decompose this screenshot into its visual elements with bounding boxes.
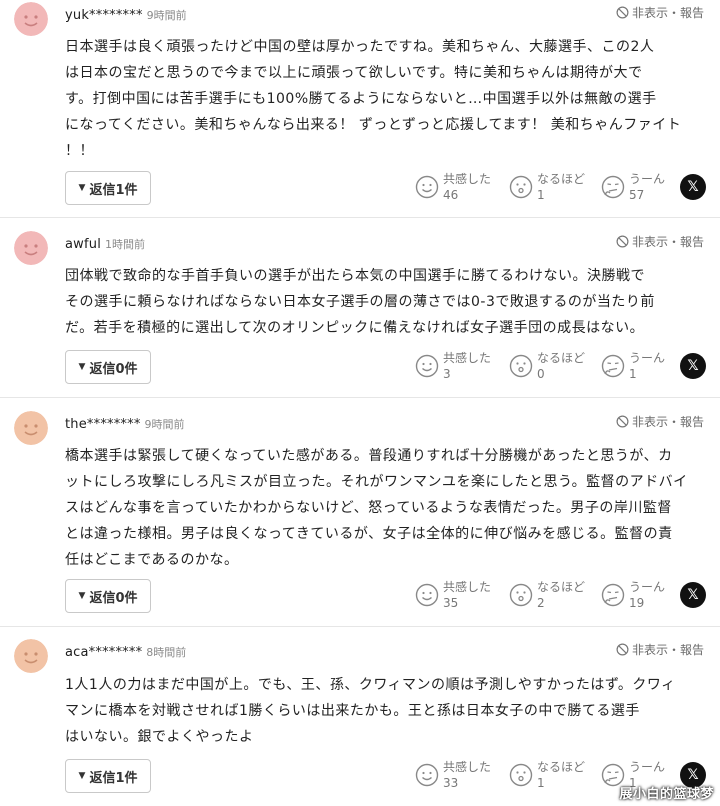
divider <box>0 217 720 218</box>
x-logo-icon: 𝕏 <box>687 358 699 374</box>
smile-face-icon <box>415 175 439 199</box>
timestamp: 9時間前 <box>146 9 187 22</box>
timestamp: 1時間前 <box>105 238 146 251</box>
triangle-down-icon: ▼ <box>78 591 86 601</box>
x-logo-icon: 𝕏 <box>687 179 699 195</box>
block-icon <box>616 643 629 656</box>
share-x-button[interactable]: 𝕏 <box>680 353 706 379</box>
surprised-face-icon <box>509 175 533 199</box>
watermark: 展小白的篮球梦 <box>619 787 714 802</box>
convinced-reaction[interactable]: なるほど 1 <box>509 759 585 791</box>
comment-body: 日本選手は良く頑張ったけど中国の壁は厚かったですね。美和ちゃん、大藤選手、この2… <box>65 39 682 159</box>
username[interactable]: awful 1時間前 <box>65 236 145 252</box>
smile-face-icon <box>415 763 439 787</box>
empathy-reaction[interactable]: 共感した 35 <box>415 579 491 611</box>
timestamp: 9時間前 <box>144 418 185 431</box>
triangle-down-icon: ▼ <box>78 183 86 193</box>
smile-face-icon <box>415 354 439 378</box>
surprised-face-icon <box>509 354 533 378</box>
timestamp: 8時間前 <box>146 646 187 659</box>
username[interactable]: aca******** 8時間前 <box>65 644 186 660</box>
comment-body: 橋本選手は緊張して硬くなっていた感がある。普段通りすれば十分勝機があったと思うが… <box>65 448 688 568</box>
comment-body: 1人1人の力はまだ中国が上。でも、王、孫、クワィマンの順は予測しやすかったはず。… <box>65 677 676 745</box>
empathy-reaction[interactable]: 共感した 46 <box>415 171 491 203</box>
block-icon <box>616 6 629 19</box>
convinced-reaction[interactable]: なるほど 1 <box>509 171 585 203</box>
reply-toggle-button[interactable]: ▼ 返信1件 <box>65 171 151 205</box>
x-logo-icon: 𝕏 <box>687 767 699 783</box>
surprised-face-icon <box>509 763 533 787</box>
reply-toggle-button[interactable]: ▼ 返信0件 <box>65 350 151 384</box>
username[interactable]: yuk******** 9時間前 <box>65 7 187 23</box>
x-logo-icon: 𝕏 <box>687 587 699 603</box>
avatar[interactable] <box>14 231 48 265</box>
triangle-down-icon: ▼ <box>78 771 86 781</box>
thinking-face-icon <box>601 583 625 607</box>
hide-report-link[interactable]: 非表示・報告 <box>616 233 704 250</box>
username[interactable]: the******** 9時間前 <box>65 416 185 432</box>
block-icon <box>616 235 629 248</box>
divider <box>0 626 720 627</box>
hmm-reaction[interactable]: うーん 1 <box>601 350 665 382</box>
hide-report-link[interactable]: 非表示・報告 <box>616 413 704 430</box>
avatar[interactable] <box>14 639 48 673</box>
thinking-face-icon <box>601 175 625 199</box>
convinced-reaction[interactable]: なるほど 0 <box>509 350 585 382</box>
reply-toggle-button[interactable]: ▼ 返信1件 <box>65 759 151 793</box>
triangle-down-icon: ▼ <box>78 362 86 372</box>
hmm-reaction[interactable]: うーん 57 <box>601 171 665 203</box>
convinced-reaction[interactable]: なるほど 2 <box>509 579 585 611</box>
empathy-reaction[interactable]: 共感した 33 <box>415 759 491 791</box>
thinking-face-icon <box>601 354 625 378</box>
reply-toggle-button[interactable]: ▼ 返信0件 <box>65 579 151 613</box>
divider <box>0 397 720 398</box>
avatar[interactable] <box>14 411 48 445</box>
hide-report-link[interactable]: 非表示・報告 <box>616 4 704 21</box>
empathy-reaction[interactable]: 共感した 3 <box>415 350 491 382</box>
hide-report-link[interactable]: 非表示・報告 <box>616 641 704 658</box>
smile-face-icon <box>415 583 439 607</box>
hmm-reaction[interactable]: うーん 19 <box>601 579 665 611</box>
comment-body: 団体戦で致命的な手首手負いの選手が出たら本気の中国選手に勝てるわけない。決勝戦で… <box>65 268 655 336</box>
surprised-face-icon <box>509 583 533 607</box>
share-x-button[interactable]: 𝕏 <box>680 582 706 608</box>
avatar[interactable] <box>14 2 48 36</box>
block-icon <box>616 415 629 428</box>
share-x-button[interactable]: 𝕏 <box>680 174 706 200</box>
